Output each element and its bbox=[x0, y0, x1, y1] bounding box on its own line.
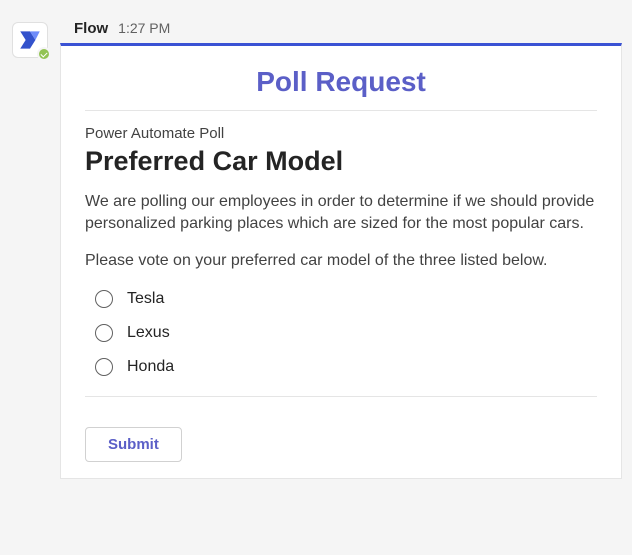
submit-row: Submit bbox=[85, 397, 597, 462]
poll-option[interactable]: Honda bbox=[89, 350, 593, 384]
flow-avatar[interactable] bbox=[12, 22, 48, 58]
message-time: 1:27 PM bbox=[118, 20, 170, 36]
adaptive-card: Poll Request Power Automate Poll Preferr… bbox=[60, 43, 622, 479]
poll-question: Preferred Car Model bbox=[85, 146, 597, 177]
message-header: Flow 1:27 PM bbox=[60, 10, 622, 43]
avatar-column bbox=[0, 10, 60, 58]
submit-button[interactable]: Submit bbox=[85, 427, 182, 462]
poll-description: We are polling our employees in order to… bbox=[85, 191, 597, 236]
radio-icon bbox=[95, 358, 113, 376]
poll-subhead: Power Automate Poll bbox=[85, 125, 597, 142]
poll-options: Tesla Lexus Honda bbox=[85, 282, 597, 397]
sender-name[interactable]: Flow bbox=[74, 20, 108, 37]
card-title: Poll Request bbox=[85, 66, 597, 111]
radio-icon bbox=[95, 290, 113, 308]
option-label: Lexus bbox=[127, 324, 170, 342]
poll-instruction: Please vote on your preferred car model … bbox=[85, 250, 597, 272]
radio-icon bbox=[95, 324, 113, 342]
poll-option[interactable]: Tesla bbox=[89, 282, 593, 316]
option-label: Tesla bbox=[127, 290, 164, 308]
poll-option[interactable]: Lexus bbox=[89, 316, 593, 350]
option-label: Honda bbox=[127, 358, 174, 376]
presence-available-icon bbox=[37, 47, 51, 61]
message-column: Flow 1:27 PM Poll Request Power Automate… bbox=[60, 10, 632, 479]
